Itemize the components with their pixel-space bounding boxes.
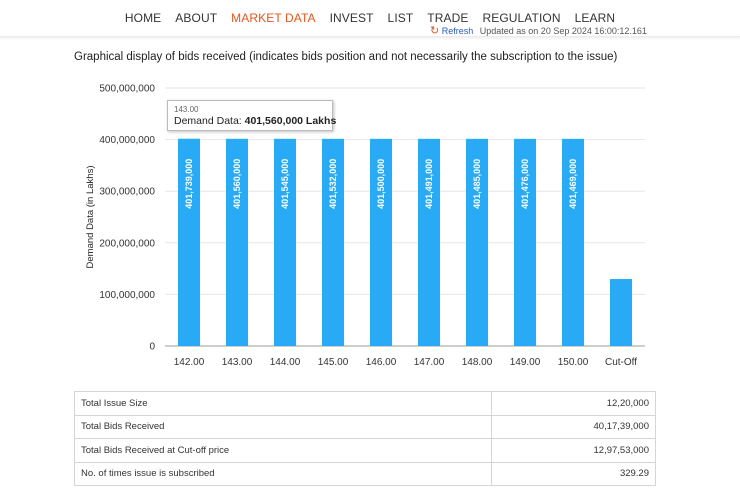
chart-tooltip: 143.00 Demand Data: 401,560,000 Lakhs (167, 100, 336, 131)
bar-data-label: 401,739,000 (184, 159, 194, 209)
bar-data-label: 401,491,000 (424, 159, 434, 209)
bar-data-label: 401,469,000 (568, 159, 578, 209)
row-value: 329.29 (491, 461, 656, 486)
bids-summary-table: Total Issue Size 12,20,000 Total Bids Re… (74, 391, 656, 486)
bar-data-label: 401,560,000 (232, 159, 242, 209)
y-tick-label: 200,000,000 (99, 238, 155, 249)
row-label: No. of times issue is subscribed (74, 461, 492, 486)
bar-data-label: 401,532,000 (328, 159, 338, 209)
table-row: Total Bids Received 40,17,39,000 (74, 414, 656, 439)
row-label: Total Bids Received (74, 414, 492, 439)
tooltip-category: 143.00 (174, 105, 199, 114)
x-tick-label: 149.00 (510, 357, 541, 368)
bar-data-label: 401,545,000 (280, 159, 290, 209)
tooltip-label: Demand Data: (174, 115, 245, 127)
row-value: 12,97,53,000 (491, 438, 656, 463)
row-label: Total Issue Size (74, 391, 492, 416)
y-tick-label: 0 (149, 342, 155, 353)
y-tick-label: 400,000,000 (99, 135, 155, 146)
x-tick-label: 150.00 (558, 357, 589, 368)
table-row: Total Issue Size 12,20,000 (74, 391, 656, 416)
tooltip-line: Demand Data: 401,560,000 Lakhs (174, 115, 336, 128)
x-tick-label: 145.00 (318, 357, 349, 368)
x-tick-label: 142.00 (174, 357, 205, 368)
x-tick-label: 146.00 (366, 357, 397, 368)
tooltip-value: 401,560,000 Lakhs (244, 115, 337, 127)
bar-data-label: 401,485,000 (472, 159, 482, 209)
x-tick-label: 144.00 (270, 357, 301, 368)
bar-data-label: 401,476,000 (520, 159, 530, 209)
x-tick-label: 143.00 (222, 357, 253, 368)
row-value: 40,17,39,000 (491, 414, 656, 439)
y-tick-label: 100,000,000 (99, 290, 155, 301)
bar-data-label: 401,500,000 (376, 159, 386, 209)
bids-chart: 0 100,000,000 200,000,000 300,000,000 400,00… (0, 0, 740, 380)
row-label: Total Bids Received at Cut-off price (74, 438, 492, 463)
bar (610, 279, 632, 346)
y-axis-label: Demand Data (in Lakhs) (85, 166, 96, 269)
y-tick-label: 300,000,000 (99, 187, 155, 198)
x-tick-label: 147.00 (414, 357, 445, 368)
x-tick-label: Cut-Off (605, 357, 637, 368)
row-value: 12,20,000 (491, 391, 656, 416)
table-row: No. of times issue is subscribed 329.29 (74, 461, 656, 486)
bids-bar-chart: 0 100,000,000 200,000,000 300,000,000 400,00… (85, 84, 645, 368)
x-tick-label: 148.00 (462, 357, 493, 368)
table-row: Total Bids Received at Cut-off price 12,… (74, 438, 656, 463)
y-tick-label: 500,000,000 (99, 84, 155, 95)
